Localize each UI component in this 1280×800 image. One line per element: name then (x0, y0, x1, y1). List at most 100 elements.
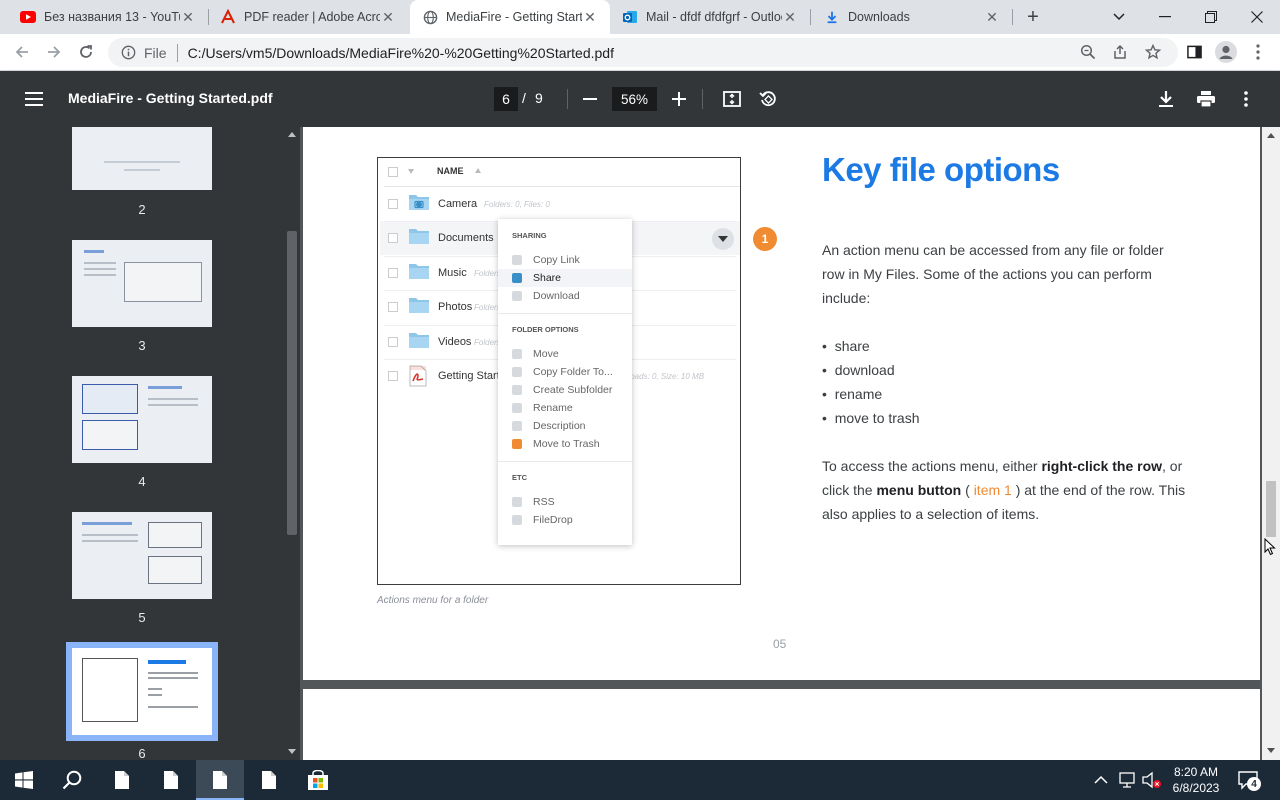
system-clock[interactable]: 8:20 AM 6/8/2023 (1168, 764, 1224, 796)
close-tab-icon[interactable]: ✕ (984, 9, 1000, 26)
address-bar[interactable]: File C:/Users/vm5/Downloads/MediaFire%20… (108, 38, 1178, 67)
chevron-up-icon[interactable] (1094, 772, 1108, 790)
scroll-down-arrow[interactable] (1267, 748, 1275, 753)
zoom-level-input[interactable]: 56% (612, 87, 657, 111)
file-icon-active[interactable] (196, 760, 244, 800)
back-button[interactable] (8, 38, 36, 66)
fit-page-icon[interactable] (718, 85, 746, 113)
document-viewport: NAME Camera Folders: 0, Files: 0 Documents… (300, 127, 1262, 760)
reload-button[interactable] (72, 38, 100, 66)
rotate-icon[interactable] (754, 85, 782, 113)
sidebar-scrollbar[interactable] (284, 127, 300, 760)
sidebar-scroll-thumb[interactable] (287, 231, 297, 535)
thumb-figure (82, 420, 138, 450)
callout-badge: 1 (753, 227, 777, 251)
share-icon[interactable] (1112, 44, 1128, 63)
store-icon[interactable] (294, 760, 342, 800)
tab-outlook[interactable]: Mail - dfdf dfdfgrf - Outlook ✕ (610, 0, 810, 34)
column-header-name: NAME (437, 166, 464, 176)
total-pages: 9 (535, 90, 543, 106)
clock-date: 6/8/2023 (1172, 781, 1220, 795)
bookmark-star-icon[interactable] (1144, 43, 1162, 63)
file-meta: Folders: 0, Files: 0 (484, 200, 550, 209)
thumbnail-page-2[interactable] (72, 127, 212, 190)
thumbnail-label: 4 (138, 474, 146, 489)
page-number-input[interactable]: 6 (494, 87, 518, 111)
list-item-text: rename (834, 386, 883, 402)
new-tab-button[interactable]: + (1020, 5, 1046, 29)
notification-center-icon[interactable]: 4 (1238, 770, 1261, 795)
thumb-line (148, 677, 198, 679)
folder-icon (408, 296, 430, 316)
scroll-down-arrow[interactable] (288, 749, 296, 754)
print-icon[interactable] (1192, 85, 1220, 113)
close-tab-icon[interactable]: ✕ (582, 9, 598, 26)
more-actions-icon[interactable] (1232, 85, 1260, 113)
restore-button[interactable] (1188, 0, 1234, 34)
thumbnail-label: 5 (138, 610, 146, 625)
url-text[interactable]: C:/Users/vm5/Downloads/MediaFire%20-%20G… (188, 45, 614, 61)
row-checkbox (388, 302, 398, 312)
file-meta: Folders (474, 269, 501, 278)
figure-caption: Actions menu for a folder (377, 595, 489, 606)
file-meta: Folders (474, 338, 501, 347)
thumbnail-page-4[interactable] (72, 376, 212, 463)
thumbnail-page-5[interactable] (72, 512, 212, 599)
zoom-icon[interactable] (1080, 44, 1096, 63)
folder-icon (408, 262, 430, 282)
text-run: To access the actions menu, either (822, 458, 1042, 474)
pdf-page-7 (303, 689, 1260, 760)
browser-menu-button[interactable] (1244, 38, 1272, 66)
minimize-button[interactable] (1142, 0, 1188, 34)
scroll-up-arrow[interactable] (1267, 133, 1275, 138)
document-scroll-thumb[interactable] (1266, 481, 1276, 537)
thumbnail-page-3[interactable] (72, 240, 212, 327)
side-panel-button[interactable] (1180, 38, 1208, 66)
divider (498, 461, 632, 462)
tab-adobe[interactable]: PDF reader | Adobe Acrobat ✕ (208, 0, 408, 34)
sidebar-menu-button[interactable] (20, 85, 48, 113)
thumb-figure (148, 556, 202, 584)
close-window-button[interactable] (1234, 0, 1280, 34)
download-pdf-icon[interactable] (1152, 85, 1180, 113)
scroll-up-arrow[interactable] (288, 132, 296, 137)
select-all-checkbox (388, 167, 398, 177)
file-icon[interactable] (245, 760, 293, 800)
menu-item-label: Description (533, 420, 586, 432)
zoom-out-button[interactable] (576, 85, 604, 113)
move-icon (512, 349, 522, 359)
file-icon[interactable] (147, 760, 195, 800)
windows-start-icon[interactable] (0, 760, 48, 800)
tab-youtube[interactable]: Без названия 13 - YouTube ✕ (8, 0, 208, 34)
close-tab-icon[interactable]: ✕ (380, 9, 396, 26)
menu-item: Copy Folder To... (498, 363, 632, 381)
forward-button[interactable] (40, 38, 68, 66)
tab-separator (1012, 9, 1013, 25)
tab-search-button[interactable] (1096, 0, 1142, 34)
menu-item-label: Copy Folder To... (533, 366, 613, 378)
description-icon (512, 421, 522, 431)
thumbnail-label: 6 (138, 746, 146, 760)
zoom-in-button[interactable] (665, 85, 693, 113)
divider (702, 89, 703, 109)
menu-item-label: Rename (533, 402, 573, 414)
document-scrollbar[interactable] (1262, 127, 1280, 760)
file-name: Getting Start (438, 370, 500, 382)
close-tab-icon[interactable]: ✕ (180, 9, 196, 26)
thumbnail-page-6[interactable] (72, 648, 212, 735)
tab-mediafire[interactable]: MediaFire - Getting Started ✕ (410, 0, 610, 34)
menu-section-title: SHARING (512, 231, 547, 240)
chevron-down-icon (718, 236, 728, 242)
menu-item-label: RSS (533, 496, 555, 508)
network-icon[interactable] (1118, 771, 1136, 794)
profile-avatar[interactable] (1212, 38, 1240, 66)
info-icon[interactable] (120, 45, 136, 61)
volume-muted-icon[interactable] (1142, 771, 1162, 794)
file-row: Camera Folders: 0, Files: 0 (380, 187, 740, 221)
file-icon[interactable] (98, 760, 146, 800)
thumb-line (148, 672, 198, 674)
close-tab-icon[interactable]: ✕ (782, 9, 798, 26)
tab-downloads[interactable]: Downloads ✕ (812, 0, 1012, 34)
list-item-text: move to trash (834, 410, 920, 426)
search-icon[interactable] (48, 760, 96, 800)
